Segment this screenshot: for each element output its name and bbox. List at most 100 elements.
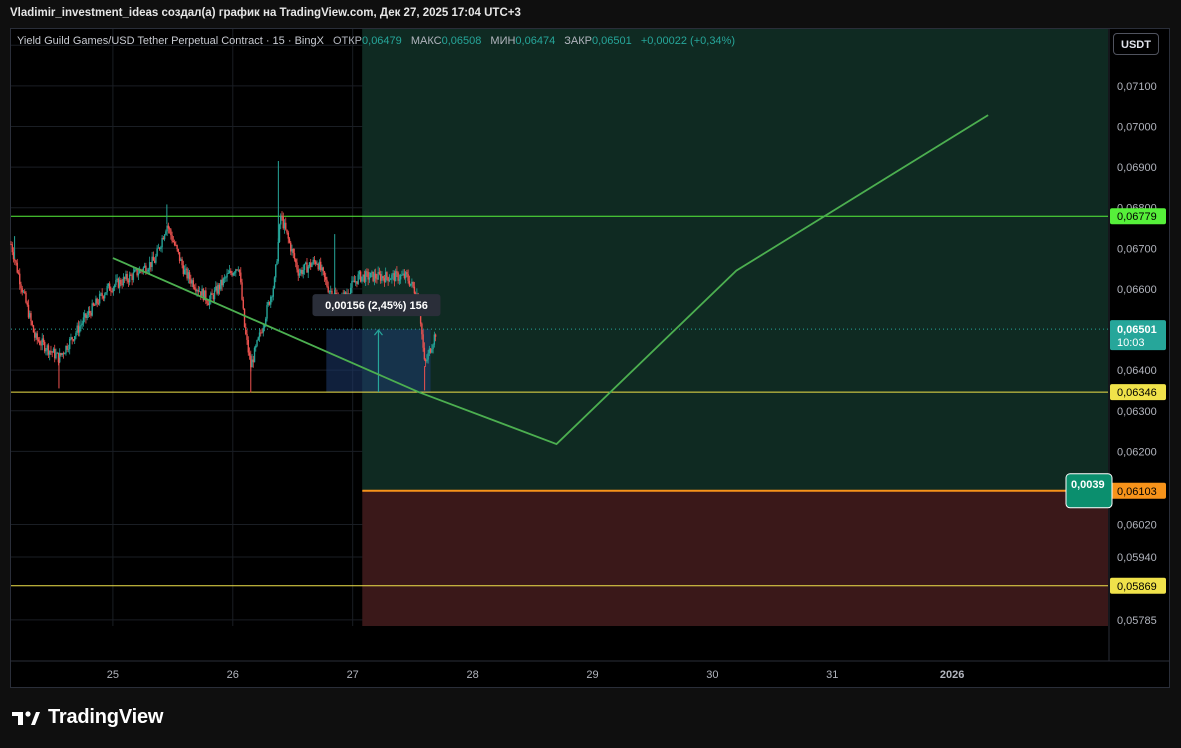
candle-body	[72, 339, 75, 341]
candle-body	[176, 245, 178, 250]
candle-body	[427, 353, 429, 360]
candle-body	[220, 279, 222, 290]
candle-body	[32, 325, 35, 333]
candle-body	[421, 323, 423, 335]
candle-body	[131, 275, 133, 280]
price-tick-label: 0,05940	[1117, 552, 1157, 564]
price-chart[interactable]: 0,00156 (2,45%) 1560,072000,071000,07000…	[0, 0, 1181, 748]
candle-body	[167, 225, 170, 229]
candle-body	[213, 290, 216, 300]
candle-body	[399, 275, 402, 280]
candle-body	[125, 274, 127, 279]
candle-body	[46, 345, 48, 351]
candle-body	[381, 276, 383, 281]
candle-body	[123, 277, 126, 279]
tradingview-logo-icon	[12, 710, 40, 725]
candle-body	[148, 262, 151, 270]
candle-body	[431, 349, 433, 353]
candle-body	[45, 350, 47, 352]
candle-body	[157, 247, 160, 249]
candle-body	[107, 283, 110, 287]
currency-button[interactable]: USDT	[1113, 33, 1159, 55]
candle-body	[428, 348, 431, 354]
tradingview-logo[interactable]: TradingView	[12, 706, 163, 729]
time-tick-label: 31	[826, 669, 838, 681]
candle-body	[25, 292, 27, 303]
candle-body	[262, 327, 264, 333]
candle-body	[286, 229, 288, 233]
candle-body	[193, 287, 196, 289]
candle-body	[434, 334, 437, 337]
candle-body	[235, 269, 237, 273]
candle-body	[354, 281, 357, 283]
open-label: ОТКР	[332, 35, 363, 47]
candle-body	[183, 269, 186, 275]
candle-body	[295, 259, 297, 263]
candle-body	[278, 224, 281, 242]
price-tick-label: 0,06400	[1117, 365, 1157, 377]
candle-body	[130, 274, 132, 276]
candle-body	[100, 293, 102, 295]
candle-body	[152, 256, 155, 261]
candle-body	[356, 281, 358, 284]
candle-body	[236, 269, 238, 271]
candle-body	[93, 305, 96, 306]
candle-body	[258, 332, 261, 338]
candle-body	[101, 293, 103, 297]
candle-body	[197, 290, 200, 292]
candle-body	[230, 270, 232, 274]
candle-body	[316, 263, 318, 265]
candle-body	[276, 261, 278, 265]
candle-body	[127, 280, 130, 283]
candle-body	[409, 283, 412, 286]
candle-body	[287, 232, 289, 239]
candle-body	[359, 271, 362, 282]
candle-body	[403, 273, 406, 279]
candle-body	[265, 318, 267, 325]
candle-body	[391, 274, 393, 280]
candle-body	[67, 349, 70, 350]
price-tick-label: 0,07000	[1117, 121, 1157, 133]
candle-body	[317, 263, 319, 270]
time-tick-label: 25	[107, 669, 119, 681]
candle-body	[394, 271, 397, 282]
candle-body	[54, 348, 56, 359]
candle-body	[55, 353, 57, 359]
candle-body	[190, 279, 192, 284]
candle-body	[73, 336, 76, 341]
candle-body	[185, 268, 187, 270]
candle-body	[165, 231, 167, 235]
candle-body	[379, 273, 382, 281]
candle-body	[280, 215, 282, 225]
candle-body	[39, 341, 41, 345]
price-tick-label: 0,05785	[1117, 615, 1157, 627]
candle-body	[22, 291, 25, 293]
candle-body	[161, 238, 163, 248]
candle-body	[118, 279, 121, 288]
candle-body	[247, 339, 249, 353]
candle-body	[270, 296, 272, 305]
candle-body	[108, 283, 111, 291]
candle-body	[387, 277, 389, 282]
level-tag-yellow-low: 0,05869	[1117, 581, 1157, 593]
candle-body	[175, 244, 177, 246]
candle-body	[243, 308, 246, 328]
candle-body	[121, 284, 123, 286]
candle-body	[147, 269, 150, 272]
candle-body	[88, 311, 91, 313]
open-value: 0,06479	[362, 35, 402, 47]
candle-body	[252, 359, 254, 363]
candle-body	[366, 271, 368, 273]
candle-body	[105, 292, 107, 295]
candle-body	[411, 281, 413, 284]
candle-body	[330, 290, 332, 292]
price-tick-label: 0,06020	[1117, 519, 1157, 531]
candle-body	[168, 228, 171, 230]
symbol-name[interactable]: Yield Guild Games/USD Tether Perpetual C…	[17, 35, 324, 47]
candle-body	[44, 342, 46, 352]
candle-body	[253, 347, 256, 363]
candle-body	[195, 288, 197, 292]
high-value: 0,06508	[441, 35, 482, 47]
candle-body	[288, 238, 291, 243]
candle-body	[70, 337, 72, 339]
